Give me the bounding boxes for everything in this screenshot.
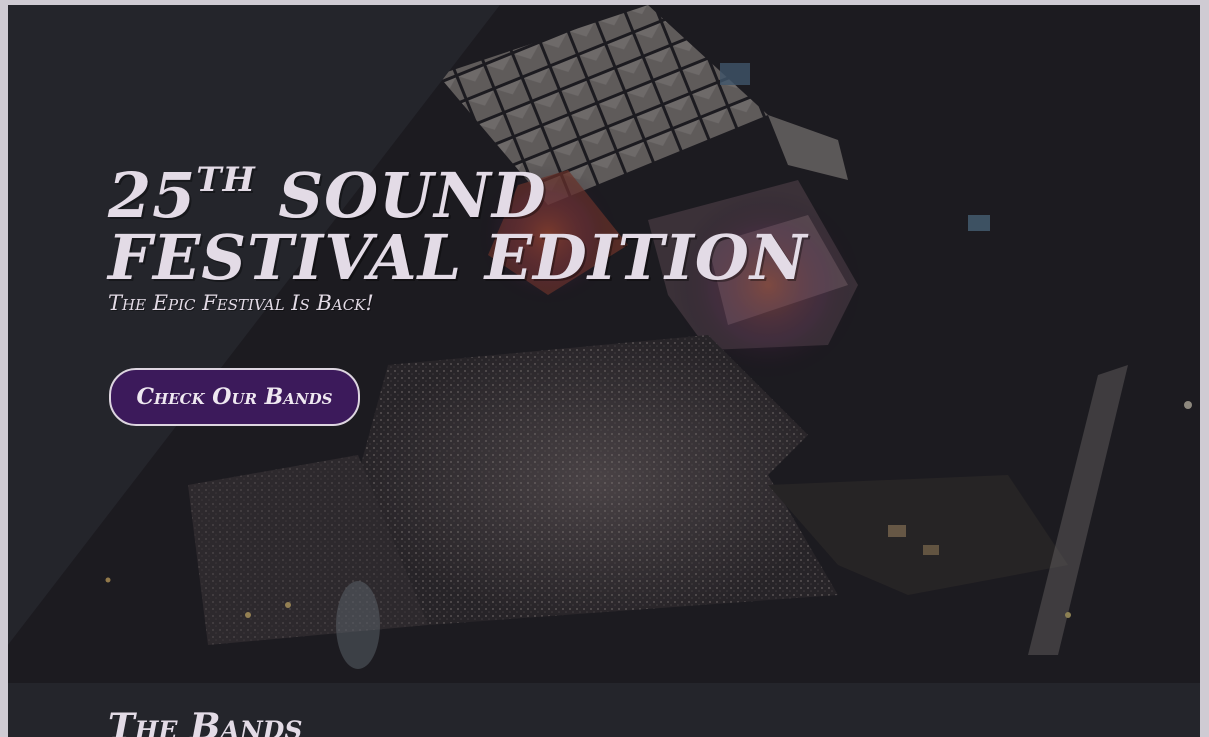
hero-section: 25th sound festival edition The Epic Fes… xyxy=(8,5,1200,683)
check-bands-button[interactable]: Check Our Bands xyxy=(109,368,360,426)
hero-subtitle: The Epic Festival Is Back! xyxy=(108,291,374,315)
title-suffix: th xyxy=(196,160,256,200)
hero-text: 25th sound festival edition The Epic Fes… xyxy=(108,163,808,315)
page-frame: 25th sound festival edition The Epic Fes… xyxy=(8,5,1200,737)
hero-photo xyxy=(8,5,1200,683)
photo-content xyxy=(8,5,1200,683)
hero-title: 25th sound festival edition xyxy=(108,163,808,289)
title-line2: festival edition xyxy=(108,221,808,294)
bands-section-heading: The Bands xyxy=(108,706,303,737)
